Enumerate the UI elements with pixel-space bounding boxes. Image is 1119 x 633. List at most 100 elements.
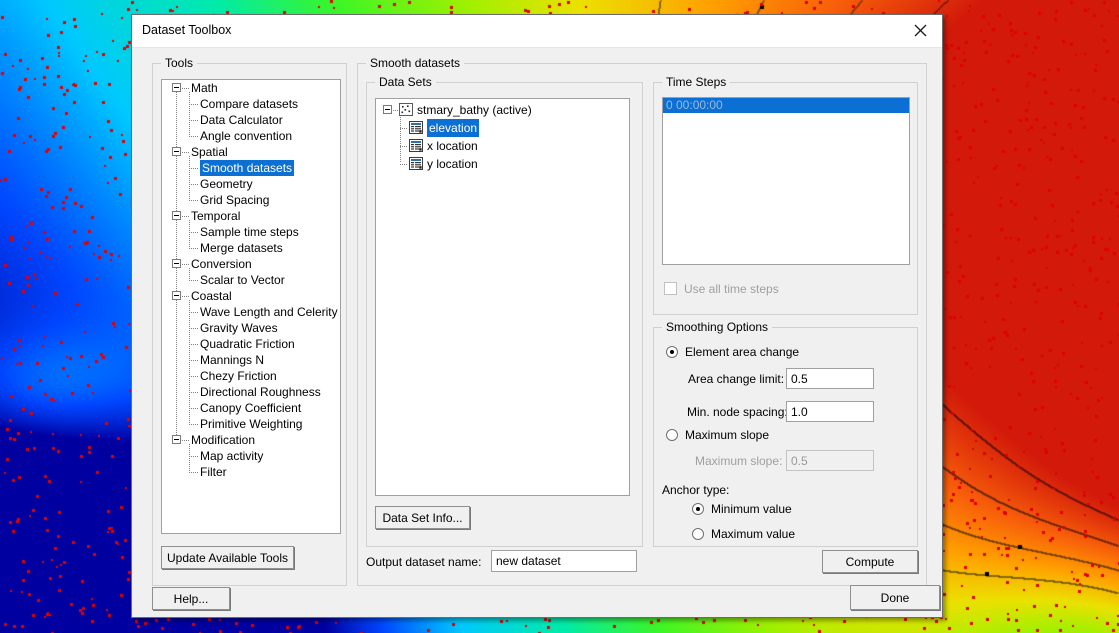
update-available-tools-label: Update Available Tools: [167, 550, 288, 565]
tree-connector: [189, 104, 198, 105]
help-button[interactable]: Help...: [152, 587, 230, 610]
collapse-icon[interactable]: [172, 147, 181, 156]
tree-connector: [189, 120, 198, 121]
tree-item[interactable]: Quadratic Friction: [162, 336, 340, 352]
done-button[interactable]: Done: [850, 585, 940, 610]
tree-connector: [189, 408, 198, 409]
anchor-minimum-value-label: Minimum value: [711, 502, 792, 516]
tree-item[interactable]: Gravity Waves: [162, 320, 340, 336]
tree-item[interactable]: Canopy Coefficient: [162, 400, 340, 416]
data-set-info-button[interactable]: Data Set Info...: [375, 506, 470, 529]
collapse-icon[interactable]: [172, 259, 181, 268]
dataset-node[interactable]: y location: [376, 155, 629, 173]
dataset-node-label: y location: [427, 157, 478, 171]
collapse-icon[interactable]: [172, 291, 181, 300]
tree-item[interactable]: Compare datasets: [162, 96, 340, 112]
tree-connector: [189, 328, 198, 329]
tree-connector: [189, 232, 198, 233]
tree-item-label: Gravity Waves: [200, 321, 278, 335]
collapse-icon[interactable]: [172, 83, 181, 92]
tree-item[interactable]: Geometry: [162, 176, 340, 192]
dataset-node-label: elevation: [427, 119, 480, 137]
tree-item-label: Data Calculator: [200, 113, 283, 127]
tree-item-label: Scalar to Vector: [200, 273, 285, 287]
close-icon[interactable]: [898, 15, 942, 46]
dataset-node[interactable]: elevation: [376, 119, 629, 137]
tree-connector: [400, 164, 408, 165]
dataset-root-node[interactable]: stmary_bathy (active): [376, 101, 629, 119]
tree-connector: [189, 344, 198, 345]
tools-tree[interactable]: Math Compare datasets Data Calculator Angle…: [161, 79, 341, 534]
tree-connector: [189, 200, 198, 201]
tree-category[interactable]: Math: [162, 80, 340, 96]
tree-connector: [189, 312, 198, 313]
area-change-limit-input[interactable]: [786, 368, 874, 389]
tree-item-label: Angle convention: [200, 129, 293, 143]
tree-connector: [189, 136, 198, 137]
tree-item[interactable]: Sample time steps: [162, 224, 340, 240]
tree-item-label: Chezy Friction: [200, 369, 277, 383]
tree-connector: [182, 216, 190, 217]
tree-connector: [182, 440, 190, 441]
tree-category[interactable]: Spatial: [162, 144, 340, 160]
dataset-grid-icon: [409, 121, 423, 134]
tree-item[interactable]: Chezy Friction: [162, 368, 340, 384]
max-slope-input[interactable]: [786, 450, 874, 471]
tree-connector: [400, 128, 408, 129]
tree-category[interactable]: Modification: [162, 432, 340, 448]
tree-item-label: Temporal: [191, 209, 241, 223]
tree-item[interactable]: Merge datasets: [162, 240, 340, 256]
tree-item[interactable]: Angle convention: [162, 128, 340, 144]
anchor-type-label: Anchor type:: [662, 483, 730, 497]
radio-maximum-slope[interactable]: [666, 429, 678, 441]
dataset-node[interactable]: x location: [376, 137, 629, 155]
data-sets-group: Data Sets stmary_bathy (active) elevation…: [366, 75, 643, 547]
tree-connector: [182, 264, 190, 265]
tree-connector: [182, 152, 190, 153]
tree-item-label: Merge datasets: [200, 241, 283, 255]
time-steps-listbox[interactable]: 0 00:00:00: [662, 97, 910, 265]
tree-category[interactable]: Conversion: [162, 256, 340, 272]
tree-item[interactable]: Directional Roughness: [162, 384, 340, 400]
min-node-spacing-input[interactable]: [786, 401, 874, 422]
update-available-tools-button[interactable]: Update Available Tools: [161, 546, 294, 569]
tree-connector: [189, 456, 198, 457]
tree-item[interactable]: Map activity: [162, 448, 340, 464]
tree-item[interactable]: Scalar to Vector: [162, 272, 340, 288]
tree-item[interactable]: Wave Length and Celerity: [162, 304, 340, 320]
radio-element-area-change[interactable]: [666, 346, 678, 358]
tree-item-label: Coastal: [191, 289, 232, 303]
tree-category[interactable]: Coastal: [162, 288, 340, 304]
tree-connector: [182, 296, 190, 297]
output-dataset-name-input[interactable]: [491, 550, 637, 572]
tree-item-label: Compare datasets: [200, 97, 299, 111]
tree-item[interactable]: Primitive Weighting: [162, 416, 340, 432]
data-sets-tree[interactable]: stmary_bathy (active) elevation x location…: [375, 98, 630, 496]
tree-item[interactable]: Grid Spacing: [162, 192, 340, 208]
tree-item-label: Smooth datasets: [200, 160, 295, 176]
tree-connector: [400, 146, 408, 147]
tree-item-label: Grid Spacing: [200, 193, 270, 207]
tree-item[interactable]: Smooth datasets: [162, 160, 340, 176]
tree-item-label: Filter: [200, 465, 227, 479]
use-all-time-steps-checkbox[interactable]: [664, 282, 677, 295]
tree-item[interactable]: Filter: [162, 464, 340, 480]
max-slope-field-label: Maximum slope:: [695, 454, 783, 468]
tree-item-label: Mannings N: [200, 353, 265, 367]
time-step-row[interactable]: 0 00:00:00: [663, 98, 909, 113]
radio-anchor-minimum-value[interactable]: [692, 503, 704, 515]
dataset-grid-icon: [409, 139, 423, 152]
collapse-icon[interactable]: [383, 105, 392, 114]
tree-connector: [189, 280, 198, 281]
tree-item[interactable]: Mannings N: [162, 352, 340, 368]
tree-connector: [182, 88, 190, 89]
dataset-node-label: x location: [427, 139, 478, 153]
collapse-icon[interactable]: [172, 211, 181, 220]
dataset-toolbox-dialog: Dataset Toolbox Tools Math Compare datase…: [131, 14, 943, 618]
tree-item[interactable]: Data Calculator: [162, 112, 340, 128]
tree-category[interactable]: Temporal: [162, 208, 340, 224]
collapse-icon[interactable]: [172, 435, 181, 444]
radio-anchor-maximum-value[interactable]: [692, 528, 704, 540]
compute-button[interactable]: Compute: [822, 550, 918, 573]
smoothing-options-group-label: Smoothing Options: [662, 320, 773, 334]
